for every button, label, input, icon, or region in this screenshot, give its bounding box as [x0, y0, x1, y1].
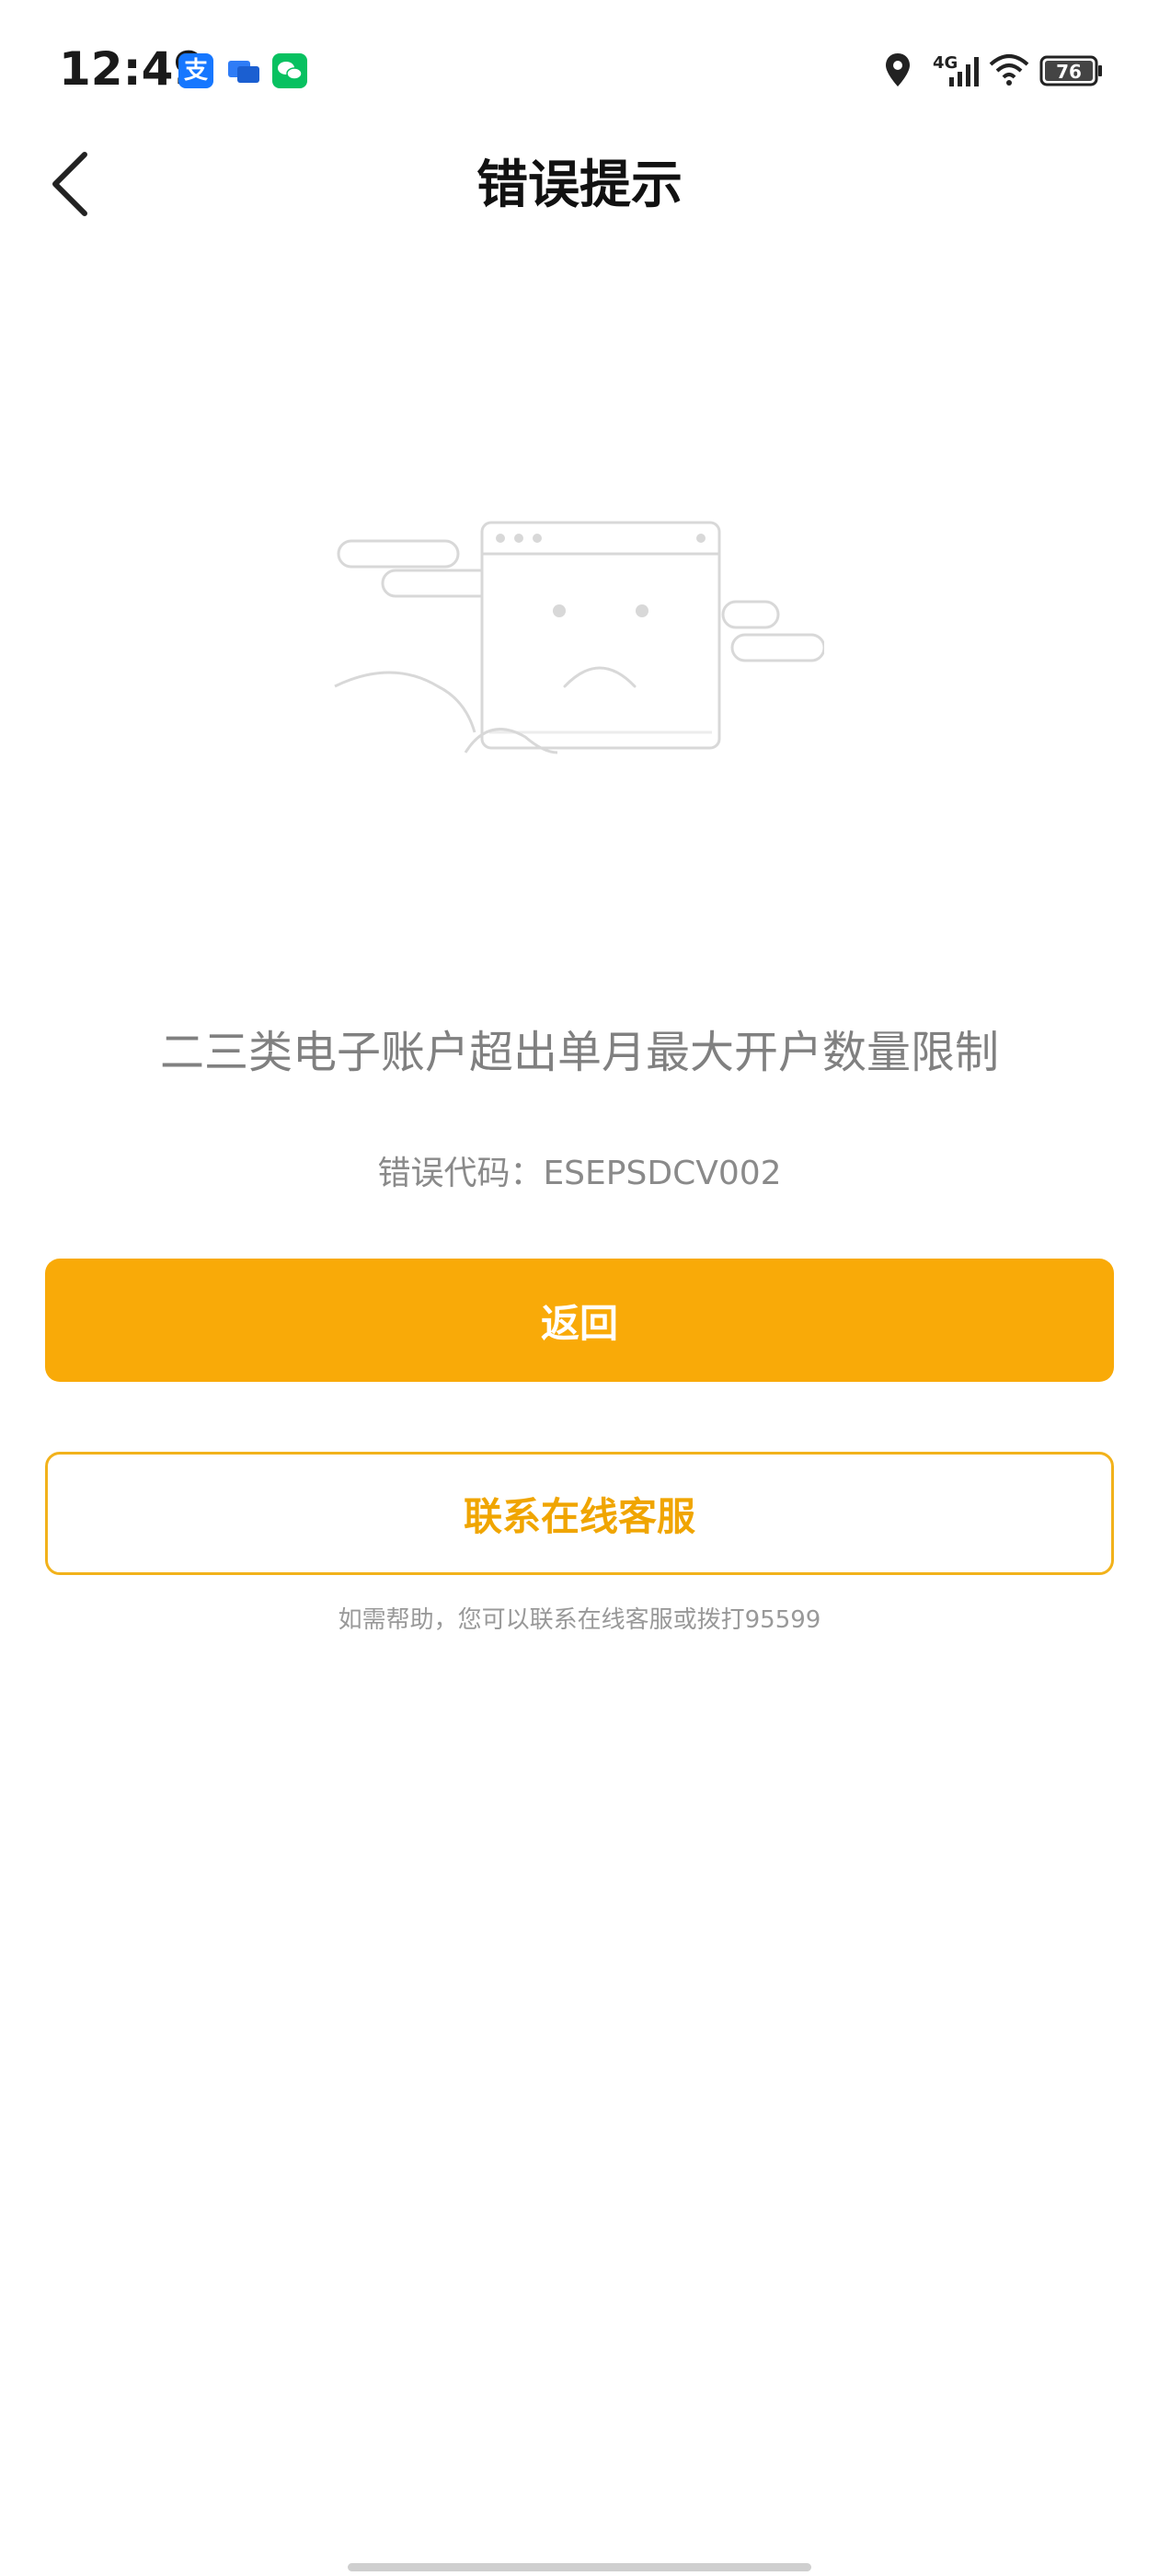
error-message: 二三类电子账户超出单月最大开户数量限制 [159, 1027, 999, 1078]
network-label: 4G [933, 53, 958, 73]
alipay-glyph: 支 [183, 57, 208, 85]
battery-icon: 76 [1039, 55, 1104, 90]
location-icon [886, 53, 910, 86]
window-dot [533, 534, 542, 543]
window-frame [480, 521, 721, 750]
alipay-icon: 支 [178, 53, 213, 88]
eye-left [553, 604, 566, 617]
page-title: 错误提示 [476, 155, 683, 215]
message-icon [226, 53, 261, 88]
window-dot [696, 534, 706, 543]
cloud-bar [730, 633, 824, 662]
error-code: 错误代码：ESEPSDCV002 [377, 1155, 782, 1192]
home-indicator[interactable] [348, 2563, 811, 2571]
nav-bar: 错误提示 [0, 138, 1159, 230]
window-dot [514, 534, 523, 543]
back-action-button[interactable]: 返回 [45, 1259, 1114, 1382]
wifi-icon [989, 54, 1029, 86]
cloud-bar [721, 600, 780, 629]
contact-support-button[interactable]: 联系在线客服 [45, 1452, 1114, 1575]
signal-icon: 4G [933, 50, 982, 94]
sad-window-illustration [334, 521, 824, 754]
help-text: 如需帮助，您可以联系在线客服或拨打95599 [338, 1606, 821, 1634]
cloud-bar [337, 539, 460, 569]
battery-level: 76 [1056, 61, 1082, 83]
status-bar: 12:49 支 4G 76 [0, 0, 1159, 138]
wechat-icon [272, 53, 307, 88]
eye-right [636, 604, 648, 617]
hill-line [334, 671, 476, 733]
window-dot [496, 534, 505, 543]
